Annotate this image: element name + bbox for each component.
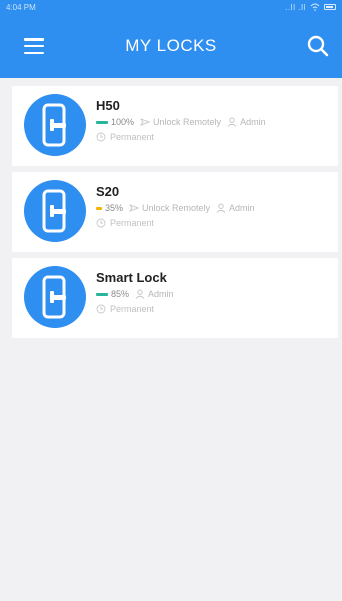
status-time: 4:04 PM <box>6 2 36 12</box>
lock-name: Smart Lock <box>96 270 167 285</box>
lock-card-s20[interactable]: S20 35% Unlock Remotely Admin Permanent <box>12 172 338 252</box>
battery-status: 35% <box>96 203 123 213</box>
validity-label: Permanent <box>110 218 155 228</box>
lock-list: H50 100% Unlock Remotely Admin Permanent… <box>12 86 338 344</box>
battery-icon <box>324 4 336 10</box>
signal-icon: ..Il .Il <box>285 2 306 12</box>
menu-icon-line <box>24 44 44 48</box>
door-lock-icon <box>24 266 86 328</box>
remote-unlock: Unlock Remotely <box>129 203 210 213</box>
lock-name: S20 <box>96 184 120 199</box>
battery-level-icon <box>96 120 108 124</box>
validity: Permanent <box>96 218 154 228</box>
remote-icon <box>140 118 151 126</box>
battery-status: 100% <box>96 117 134 127</box>
user-icon <box>227 117 237 127</box>
clock-icon <box>96 304 106 314</box>
menu-icon-line <box>24 51 44 54</box>
wifi-icon <box>310 3 320 11</box>
clock-icon <box>96 132 106 142</box>
lock-card-smart-lock[interactable]: Smart Lock 85% Admin Permanent <box>12 258 338 338</box>
lock-card-h50[interactable]: H50 100% Unlock Remotely Admin Permanent <box>12 86 338 166</box>
role-label: Admin <box>229 203 255 213</box>
menu-icon-line <box>24 38 44 41</box>
status-bar: 4:04 PM ..Il .Il <box>0 0 342 14</box>
search-button[interactable] <box>306 34 330 58</box>
battery-level-icon <box>96 292 108 296</box>
remote-label: Unlock Remotely <box>142 203 211 213</box>
battery-percent: 100% <box>111 117 135 127</box>
validity-label: Permanent <box>110 304 155 314</box>
role: Admin <box>216 203 255 213</box>
door-lock-icon <box>24 180 86 242</box>
battery-percent: 85% <box>111 289 130 299</box>
remote-label: Unlock Remotely <box>153 117 222 127</box>
user-icon <box>135 289 145 299</box>
page-title: MY LOCKS <box>125 36 217 55</box>
role-label: Admin <box>148 289 174 299</box>
battery-status: 85% <box>96 289 129 299</box>
validity: Permanent <box>96 132 154 142</box>
status-indicators: ..Il .Il <box>285 3 336 12</box>
clock-icon <box>96 218 106 228</box>
battery-level-icon <box>96 206 102 210</box>
role: Admin <box>227 117 266 127</box>
user-icon <box>216 203 226 213</box>
lock-name: H50 <box>96 98 120 113</box>
door-lock-icon <box>24 94 86 156</box>
menu-button[interactable] <box>22 35 46 57</box>
validity: Permanent <box>96 304 154 314</box>
remote-unlock: Unlock Remotely <box>140 117 221 127</box>
role: Admin <box>135 289 174 299</box>
app-bar: MY LOCKS <box>0 14 342 78</box>
validity-label: Permanent <box>110 132 155 142</box>
lock-meta: 100% Unlock Remotely Admin <box>96 117 266 127</box>
lock-meta: 35% Unlock Remotely Admin <box>96 203 255 213</box>
lock-meta: 85% Admin <box>96 289 174 299</box>
role-label: Admin <box>240 117 266 127</box>
search-icon <box>307 35 329 57</box>
battery-percent: 35% <box>105 203 124 213</box>
remote-icon <box>129 204 140 212</box>
